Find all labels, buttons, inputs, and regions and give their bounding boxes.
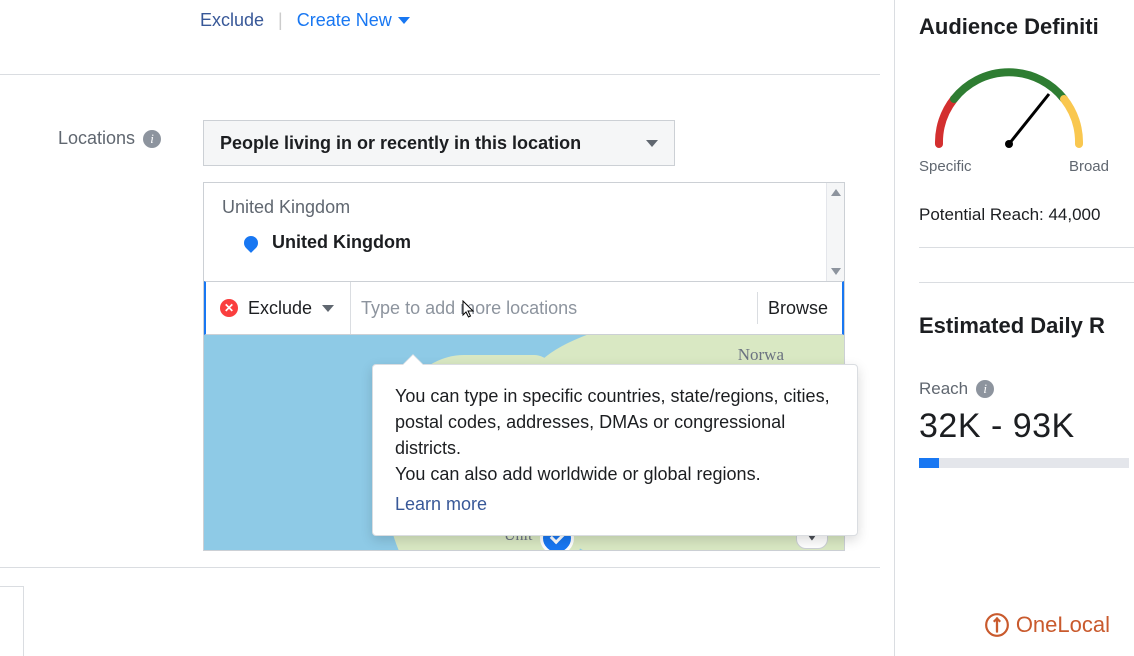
location-input-tooltip: You can type in specific countries, stat… [372,364,858,536]
onelocal-logo: OneLocal [984,612,1110,638]
audience-definition-heading: Audience Definiti [919,14,1134,40]
location-scope-label: People living in or recently in this loc… [220,133,581,154]
tooltip-line-2: You can also add worldwide or global reg… [395,461,835,487]
info-icon[interactable]: i [976,380,994,398]
vertical-divider: | [278,10,283,31]
map-country-label: Norwa [738,345,784,365]
browse-link[interactable]: Browse [768,298,828,319]
scroll-down-icon[interactable] [831,268,841,275]
pin-icon [241,233,261,253]
onelocal-logo-icon [984,612,1010,638]
divider [757,292,758,323]
reach-value: 32K - 93K [919,407,1134,446]
tooltip-line-1: You can type in specific countries, stat… [395,383,835,461]
chevron-down-icon [398,17,410,24]
divider [350,282,351,334]
estimated-daily-heading: Estimated Daily R [919,282,1134,339]
panel-edge [0,586,24,656]
locations-label: Locations i [58,128,161,149]
exclude-link[interactable]: Exclude [200,10,264,31]
selected-location-text: United Kingdom [272,232,411,253]
audience-gauge [919,54,1099,154]
learn-more-link[interactable]: Learn more [395,491,487,517]
audience-sidebar: Audience Definiti Specific Broad Potenti… [894,0,1134,656]
onelocal-logo-text: OneLocal [1016,612,1110,638]
horizontal-rule [0,567,880,568]
gauge-specific-label: Specific [919,158,972,175]
chevron-down-icon [322,305,334,312]
potential-reach: Potential Reach: 44,000 [919,205,1134,248]
include-exclude-toggle[interactable]: Exclude [248,298,334,319]
selected-location-row[interactable]: United Kingdom [204,226,844,259]
horizontal-rule [0,74,880,75]
info-icon[interactable]: i [143,130,161,148]
add-location-bar: ✕ Exclude Browse [204,281,844,335]
reach-label: Reach i [919,379,1134,399]
scroll-up-icon[interactable] [831,189,841,196]
create-new-dropdown[interactable]: Create New [297,10,410,31]
gauge-broad-label: Broad [1069,158,1109,175]
exclude-x-icon: ✕ [220,299,238,317]
create-new-label: Create New [297,10,392,31]
scrollbar[interactable] [826,183,844,281]
location-scope-dropdown[interactable]: People living in or recently in this loc… [203,120,675,166]
chevron-down-icon [646,140,658,147]
reach-progress [919,458,1129,468]
location-group-label: United Kingdom [204,183,844,226]
locations-list: United Kingdom United Kingdom [204,183,844,281]
